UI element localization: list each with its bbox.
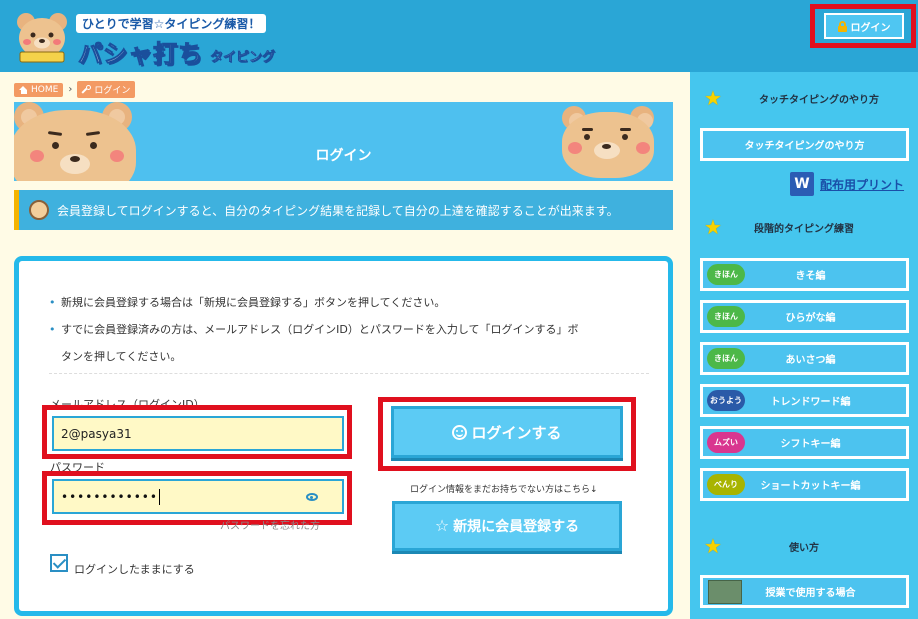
no-account-text: ログイン情報をまだお持ちでない方はこちら↓	[410, 485, 598, 495]
note-existing-member-line2: タンを押してください。	[61, 350, 182, 363]
sidebar-usage-class-label: 授業で使用する場合	[765, 588, 856, 599]
key-icon	[82, 85, 92, 94]
sidebar-section-usage: ★ 使い方	[690, 533, 918, 559]
email-field[interactable]: 2@pasya31	[52, 416, 344, 451]
sidebar-section-touch-title: タッチタイピングのやり方	[759, 94, 879, 106]
password-field[interactable]: ••••••••••••	[52, 479, 344, 514]
home-icon	[19, 85, 28, 94]
bear-logo-icon	[14, 10, 70, 64]
sidebar-section-practice-title: 段階的タイピング練習	[754, 223, 854, 235]
sidebar: ★ タッチタイピングのやり方 タッチタイピングのやり方 W 配布用プリント ★ …	[690, 72, 918, 619]
sidebar-usage-class-button[interactable]: 授業で使用する場合	[700, 575, 909, 608]
star-outline-icon: ☆	[434, 516, 450, 535]
header-login-button[interactable]: ログイン	[824, 13, 904, 39]
sidebar-item-hiragana[interactable]: きほん ひらがな編	[700, 300, 909, 333]
sidebar-item-label: ショートカットキー編	[760, 481, 861, 492]
classroom-thumbnail-icon	[708, 580, 742, 604]
word-document-icon: W	[790, 172, 814, 196]
password-value: ••••••••••••	[61, 489, 158, 504]
sidebar-item-aisatsu[interactable]: きほん あいさつ編	[700, 342, 909, 375]
note-new-member: 新規に会員登録する場合は「新規に会員登録する」ボタンを押してください。	[49, 289, 649, 316]
sidebar-item-kiso[interactable]: きほん きそ編	[700, 258, 909, 291]
sidebar-item-trend[interactable]: おうよう トレンドワード編	[700, 384, 909, 417]
page-title: ログイン	[315, 148, 372, 164]
print-link-label: 配布用プリント	[820, 177, 905, 192]
register-label: 新規に会員登録する	[453, 519, 580, 535]
text-caret	[158, 488, 160, 505]
sidebar-section-touch: ★ タッチタイピングのやり方	[690, 85, 918, 111]
badge: きほん	[707, 348, 745, 369]
eye-icon[interactable]	[306, 493, 318, 501]
bear-face-icon	[29, 200, 49, 220]
breadcrumb-current: ログイン	[77, 81, 136, 98]
notes: 新規に会員登録する場合は「新規に会員登録する」ボタンを押してください。 すでに会…	[49, 289, 649, 370]
login-submit-label: ログインする	[471, 423, 562, 442]
breadcrumb-current-label: ログイン	[94, 86, 131, 96]
site-tagline: ひとりで学習☆タイピング練習！	[76, 14, 267, 33]
site-header: ひとりで学習☆タイピング練習！ パシャ打ち タイピング ログイン	[0, 0, 918, 72]
sidebar-item-label: ひらがな編	[785, 313, 836, 324]
register-button[interactable]: ☆ 新規に会員登録する	[392, 501, 622, 551]
sidebar-item-label: あいさつ編	[785, 355, 836, 366]
note-existing-member-line1: すでに会員登録済みの方は、メールアドレス（ログインID）とパスワードを入力して「…	[61, 323, 579, 336]
sidebar-item-shortcut[interactable]: べんり ショートカットキー編	[700, 468, 909, 501]
remember-me-label[interactable]: ログインしたままにする	[74, 561, 195, 577]
info-text: 会員登録してログインすると、自分のタイピング結果を記録して自分の上達を確認するこ…	[57, 203, 619, 218]
site-title: パシャ打ち	[78, 40, 203, 69]
chevron-right-icon: ›	[68, 84, 73, 95]
badge: べんり	[707, 474, 745, 495]
breadcrumb-home-label: HOME	[31, 84, 59, 95]
sidebar-touch-typing-label: タッチタイピングのやり方	[744, 141, 865, 152]
badge: ムズい	[707, 432, 745, 453]
sidebar-section-practice: ★ 段階的タイピング練習	[690, 214, 918, 240]
badge: きほん	[707, 306, 745, 327]
sidebar-item-label: きそ編	[795, 271, 826, 282]
divider	[49, 373, 649, 374]
smile-icon	[452, 424, 468, 440]
badge: きほん	[707, 264, 745, 285]
sidebar-item-shift[interactable]: ムズい シフトキー編	[700, 426, 909, 459]
breadcrumb: HOME › ログイン	[14, 81, 136, 98]
login-submit-button[interactable]: ログインする	[391, 406, 623, 458]
sidebar-section-usage-title: 使い方	[789, 542, 819, 554]
page-banner: ログイン	[14, 102, 673, 181]
remember-me-checkbox[interactable]	[50, 554, 68, 572]
sidebar-item-label: トレンドワード編	[770, 397, 851, 408]
header-login-label: ログイン	[850, 22, 891, 34]
info-bar: 会員登録してログインすると、自分のタイピング結果を記録して自分の上達を確認するこ…	[14, 190, 673, 230]
bear-left-icon	[14, 102, 144, 181]
sidebar-touch-typing-button[interactable]: タッチタイピングのやり方	[700, 128, 909, 161]
sidebar-item-label: シフトキー編	[780, 439, 841, 450]
note-existing-member: すでに会員登録済みの方は、メールアドレス（ログインID）とパスワードを入力して「…	[49, 316, 649, 370]
site-title-sub: タイピング	[210, 50, 276, 66]
site-logo[interactable]: ひとりで学習☆タイピング練習！ パシャ打ち タイピング	[12, 6, 282, 69]
forgot-password-link[interactable]: パスワードを忘れた方	[220, 517, 320, 532]
print-link[interactable]: W 配布用プリント	[790, 172, 904, 196]
breadcrumb-home[interactable]: HOME	[14, 82, 64, 97]
bear-right-icon	[554, 102, 673, 181]
badge: おうよう	[707, 390, 745, 411]
lock-icon	[837, 20, 847, 32]
